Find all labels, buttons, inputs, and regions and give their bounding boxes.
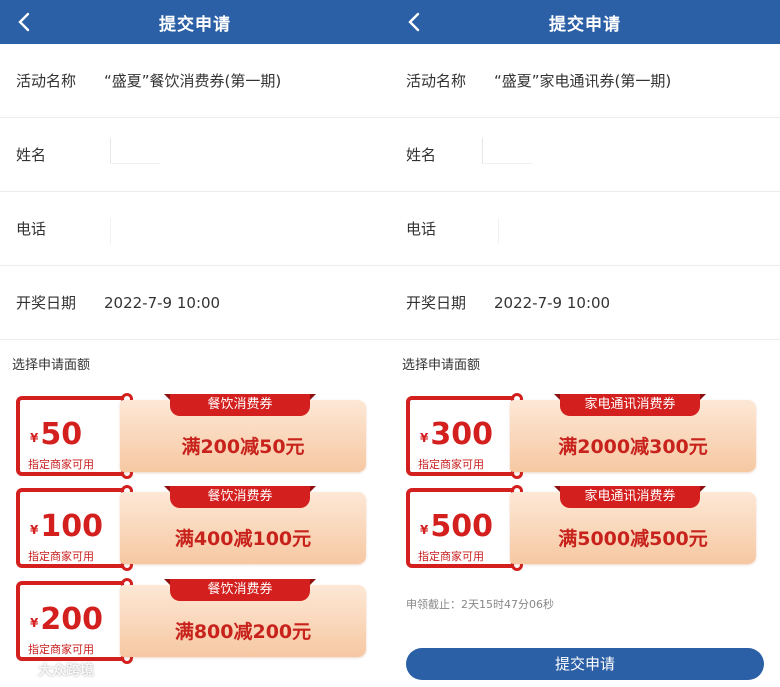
coupon-amount: ¥300 <box>420 418 493 455</box>
header-bar: 提交申请 <box>0 0 390 44</box>
coupon-stub: ¥100 指定商家可用 <box>16 485 133 571</box>
coupon-rule: 满2000减300元 <box>558 436 708 458</box>
field-value: “盛夏”餐饮消费券(第一期) <box>104 72 282 90</box>
field-activity-name: 活动名称 “盛夏”家电通讯券(第一期) <box>390 44 780 118</box>
field-phone[interactable]: 电话 <box>390 192 780 266</box>
back-button[interactable] <box>400 8 428 36</box>
coupon-value: 50 <box>40 417 83 452</box>
currency-symbol: ¥ <box>30 616 39 630</box>
field-label: 电话 <box>406 220 437 238</box>
coupon-body: 家电通讯消费券 满2000减300元 <box>510 394 756 472</box>
watermark-text: 大众跨境 <box>38 663 94 679</box>
header-bar: 提交申请 <box>390 0 780 44</box>
field-label: 开奖日期 <box>16 294 77 312</box>
coupon-ribbon: 餐饮消费券 <box>164 394 316 416</box>
coupon-rule: 满5000减500元 <box>558 528 708 550</box>
field-label: 活动名称 <box>16 72 77 90</box>
coupon-ribbon: 餐饮消费券 <box>164 579 316 601</box>
field-label: 活动名称 <box>406 72 467 90</box>
field-value: 2022-7-9 10:00 <box>104 293 221 312</box>
coupon-note: 指定商家可用 <box>28 643 94 656</box>
field-phone[interactable]: 电话 <box>0 192 390 266</box>
field-name[interactable]: 姓名 <box>390 118 780 192</box>
coupon-amount: ¥100 <box>30 510 103 547</box>
submit-button[interactable]: 提交申请 <box>406 648 764 680</box>
section-title: 选择申请面额 <box>402 358 481 373</box>
field-draw-date: 开奖日期 2022-7-9 10:00 <box>390 266 780 340</box>
redacted-area <box>498 218 548 244</box>
right-panel: 提交申请 活动名称 “盛夏”家电通讯券(第一期) 姓名 电话 开奖日期 2022… <box>390 0 780 687</box>
coupon-amount: ¥500 <box>420 510 493 547</box>
field-label: 姓名 <box>16 146 47 164</box>
currency-symbol: ¥ <box>30 431 39 445</box>
watermark: 大众跨境 <box>6 660 94 680</box>
page-title: 提交申请 <box>549 14 621 35</box>
coupon-rule: 满200减50元 <box>181 436 305 458</box>
coupon-card[interactable]: ¥100 指定商家可用 餐饮消费券 满400减100元 <box>16 485 366 571</box>
coupon-value: 300 <box>430 417 493 452</box>
back-button[interactable] <box>10 8 38 36</box>
coupon-ribbon: 餐饮消费券 <box>164 486 316 508</box>
section-title: 选择申请面额 <box>12 358 91 373</box>
coupon-amount: ¥200 <box>30 603 103 640</box>
watermark-logo-icon <box>6 663 31 677</box>
coupon-card[interactable]: ¥50 指定商家可用 餐饮消费券 满200减50元 <box>16 393 366 479</box>
currency-symbol: ¥ <box>420 431 429 445</box>
currency-symbol: ¥ <box>420 523 429 537</box>
currency-symbol: ¥ <box>30 523 39 537</box>
coupon-card[interactable]: ¥300 指定商家可用 家电通讯消费券 满2000减300元 <box>406 393 756 479</box>
field-label: 姓名 <box>406 146 437 164</box>
coupon-stub: ¥50 指定商家可用 <box>16 393 133 479</box>
coupon-stub: ¥500 指定商家可用 <box>406 485 523 571</box>
coupon-card[interactable]: ¥500 指定商家可用 家电通讯消费券 满5000减500元 <box>406 485 756 571</box>
coupon-body: 餐饮消费券 满800减200元 <box>120 579 366 657</box>
left-panel: 提交申请 活动名称 “盛夏”餐饮消费券(第一期) 姓名 电话 开奖日期 2022… <box>0 0 390 687</box>
coupon-card[interactable]: ¥200 指定商家可用 餐饮消费券 满800减200元 <box>16 578 366 664</box>
coupon-amount: ¥50 <box>30 418 82 455</box>
coupon-note: 指定商家可用 <box>418 550 484 563</box>
field-value: “盛夏”家电通讯券(第一期) <box>494 72 672 90</box>
field-label: 开奖日期 <box>406 294 467 312</box>
field-label: 电话 <box>16 220 47 238</box>
coupon-body: 餐饮消费券 满200减50元 <box>120 394 366 472</box>
field-name[interactable]: 姓名 <box>0 118 390 192</box>
field-draw-date: 开奖日期 2022-7-9 10:00 <box>0 266 390 340</box>
field-activity-name: 活动名称 “盛夏”餐饮消费券(第一期) <box>0 44 390 118</box>
page-title: 提交申请 <box>159 14 231 35</box>
redacted-area <box>110 138 160 164</box>
coupon-note: 指定商家可用 <box>28 458 94 471</box>
coupon-note: 指定商家可用 <box>28 550 94 563</box>
coupon-note: 指定商家可用 <box>418 458 484 471</box>
coupon-body: 餐饮消费券 满400减100元 <box>120 486 366 564</box>
coupon-ribbon: 家电通讯消费券 <box>554 394 706 416</box>
coupon-ribbon: 家电通讯消费券 <box>554 486 706 508</box>
chevron-left-icon <box>18 12 30 32</box>
chevron-left-icon <box>408 12 420 32</box>
redacted-area <box>482 138 532 164</box>
coupon-rule: 满400减100元 <box>174 528 312 550</box>
coupon-rule: 满800减200元 <box>174 621 312 643</box>
coupon-stub: ¥200 指定商家可用 <box>16 578 133 664</box>
coupon-value: 100 <box>40 509 103 544</box>
coupon-value: 200 <box>40 602 103 637</box>
coupon-body: 家电通讯消费券 满5000减500元 <box>510 486 756 564</box>
coupon-stub: ¥300 指定商家可用 <box>406 393 523 479</box>
deadline-countdown: 申领截止：2天15时47分06秒 <box>406 598 554 611</box>
coupon-value: 500 <box>430 509 493 544</box>
field-value: 2022-7-9 10:00 <box>494 293 611 312</box>
redacted-area <box>110 218 160 244</box>
